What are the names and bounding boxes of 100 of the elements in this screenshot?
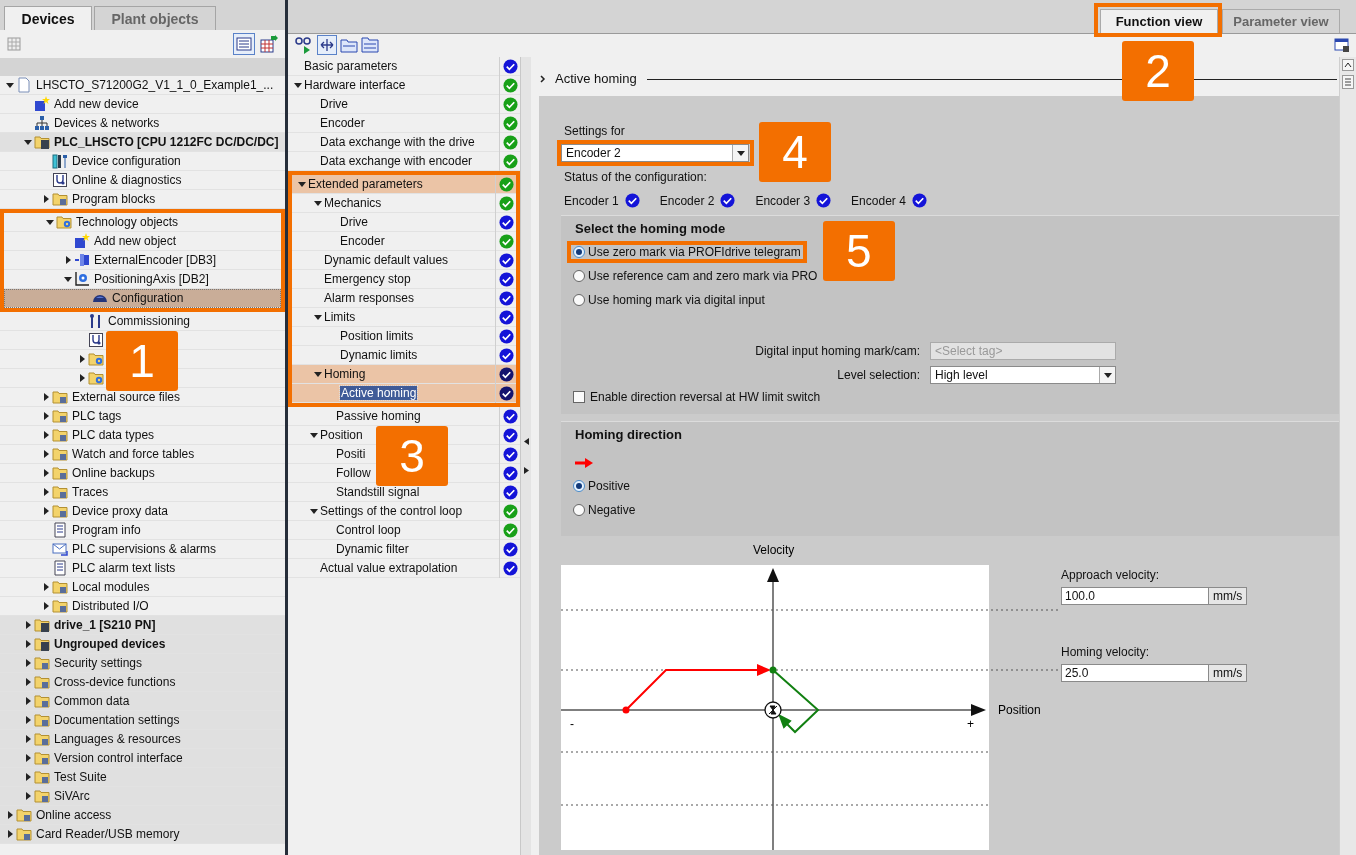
caret-icon[interactable]	[298, 180, 306, 188]
tree-item[interactable]: Program info	[0, 521, 285, 540]
grip-icon[interactable]	[1342, 75, 1354, 89]
nav-item[interactable]: Dynamic default values	[292, 251, 516, 270]
arrow-right-icon[interactable]	[523, 467, 529, 474]
tree-item[interactable]: PLC alarm text lists	[0, 559, 285, 578]
radio-button[interactable]	[573, 480, 585, 492]
tree-item[interactable]: ExternalEncoder [DB3]	[4, 251, 281, 270]
nav-item[interactable]: Dynamic filter	[288, 540, 520, 559]
nav-item[interactable]: Homing	[292, 365, 516, 384]
caret-icon[interactable]	[42, 393, 50, 401]
expand-arrows-icon[interactable]	[317, 34, 337, 55]
caret-icon[interactable]	[6, 811, 14, 819]
radio-button[interactable]	[573, 246, 585, 258]
caret-icon[interactable]	[6, 830, 14, 838]
scrollbar[interactable]	[1339, 57, 1356, 855]
caret-icon[interactable]	[6, 81, 14, 89]
caret-icon[interactable]	[24, 138, 32, 146]
radio-button[interactable]	[573, 270, 585, 282]
nav-item[interactable]: Mechanics	[292, 194, 516, 213]
tree-item[interactable]: Security settings	[0, 654, 285, 673]
caret-icon[interactable]	[24, 754, 32, 762]
tree-item[interactable]: Version control interface	[0, 749, 285, 768]
tree-item[interactable]: LHSCTO_S71200G2_V1_1_0_Example1_...	[0, 76, 285, 95]
nav-item[interactable]: Hardware interface	[288, 76, 520, 95]
tree-item[interactable]: Add new device	[0, 95, 285, 114]
tree-item[interactable]: Languages & resources	[0, 730, 285, 749]
caret-icon[interactable]	[24, 659, 32, 667]
nav-item[interactable]: Alarm responses	[292, 289, 516, 308]
window-icon[interactable]	[1334, 36, 1350, 53]
radio-button[interactable]	[573, 294, 585, 306]
caret-icon[interactable]	[42, 583, 50, 591]
nav-item[interactable]: Standstill signal	[288, 483, 520, 502]
caret-icon[interactable]	[42, 412, 50, 420]
caret-icon[interactable]	[24, 792, 32, 800]
tree-item[interactable]: PLC_LHSCTO [CPU 1212FC DC/DC/DC]	[0, 133, 285, 152]
radio-button[interactable]	[573, 504, 585, 516]
caret-icon[interactable]	[42, 507, 50, 515]
tree-item[interactable]: Device configuration	[0, 152, 285, 171]
caret-icon[interactable]	[42, 450, 50, 458]
caret-icon[interactable]	[310, 507, 318, 515]
caret-icon[interactable]	[314, 313, 322, 321]
tree-item[interactable]: PLC data types	[0, 426, 285, 445]
tree-item[interactable]: Documentation settings	[0, 711, 285, 730]
nav-item[interactable]: Data exchange with encoder	[288, 152, 520, 171]
nav-item[interactable]: Drive	[288, 95, 520, 114]
caret-icon[interactable]	[24, 640, 32, 648]
caret-icon[interactable]	[294, 81, 302, 89]
caret-icon[interactable]	[24, 697, 32, 705]
tree-item[interactable]: Device proxy data	[0, 502, 285, 521]
caret-icon[interactable]	[314, 370, 322, 378]
tree-item[interactable]: Online access	[0, 806, 285, 825]
velocity-field[interactable]: 100.0	[1061, 587, 1209, 605]
nav-item[interactable]: Position limits	[292, 327, 516, 346]
tab[interactable]: Plant objects	[94, 6, 216, 30]
nav-item[interactable]: Data exchange with the drive	[288, 133, 520, 152]
tree-item[interactable]: Card Reader/USB memory	[0, 825, 285, 844]
folder-icon[interactable]	[361, 36, 379, 53]
caret-icon[interactable]	[42, 195, 50, 203]
tree-item[interactable]: Commissioning	[0, 312, 285, 331]
tree-item[interactable]: Test Suite	[0, 768, 285, 787]
velocity-field[interactable]: 25.0	[1061, 664, 1209, 682]
nav-item[interactable]: Passive homing	[288, 407, 520, 426]
caret-icon[interactable]	[46, 218, 54, 226]
tree-item[interactable]: Online & diagnostics	[0, 171, 285, 190]
tree-item[interactable]: Watch and force tables	[0, 445, 285, 464]
nav-item[interactable]: Settings of the control loop	[288, 502, 520, 521]
view-tab[interactable]: Parameter view	[1222, 9, 1340, 33]
tree-item[interactable]: Traces	[0, 483, 285, 502]
table-arrow-icon[interactable]	[259, 34, 279, 54]
tree-item[interactable]: Technology objects	[4, 213, 281, 232]
nav-item[interactable]: Encoder	[292, 232, 516, 251]
tree-item[interactable]: drive_1 [S210 PN]	[0, 616, 285, 635]
nav-item[interactable]: Encoder	[288, 114, 520, 133]
tree-item[interactable]: Program blocks	[0, 190, 285, 209]
nav-item[interactable]: Limits	[292, 308, 516, 327]
tree-item[interactable]: Cross-device functions	[0, 673, 285, 692]
caret-icon[interactable]	[78, 355, 86, 363]
caret-icon[interactable]	[24, 735, 32, 743]
caret-icon[interactable]	[24, 773, 32, 781]
glasses-play-icon[interactable]	[294, 35, 314, 54]
tree-item[interactable]: Configuration	[4, 289, 281, 308]
arrow-left-icon[interactable]	[523, 438, 529, 445]
tree-item[interactable]: PLC tags	[0, 407, 285, 426]
nav-item[interactable]: Active homing	[292, 384, 516, 403]
tree-item[interactable]: SiVArc	[0, 787, 285, 806]
dropdown[interactable]: Encoder 2	[561, 144, 749, 162]
nav-item[interactable]: Emergency stop	[292, 270, 516, 289]
tree-item[interactable]: Local modules	[0, 578, 285, 597]
tree-item[interactable]: PLC supervisions & alarms	[0, 540, 285, 559]
nav-item[interactable]: Basic parameters	[288, 57, 520, 76]
view-tab[interactable]: Function view	[1100, 9, 1218, 33]
scroll-up-icon[interactable]	[1342, 59, 1354, 71]
nav-item[interactable]: Actual value extrapolation	[288, 559, 520, 578]
tab[interactable]: Devices	[4, 6, 92, 30]
dropdown[interactable]: High level	[930, 366, 1116, 384]
tree-item[interactable]: Ungrouped devices	[0, 635, 285, 654]
nav-item[interactable]: Drive	[292, 213, 516, 232]
nav-item[interactable]: Extended parameters	[292, 175, 516, 194]
tree-item[interactable]: Common data	[0, 692, 285, 711]
